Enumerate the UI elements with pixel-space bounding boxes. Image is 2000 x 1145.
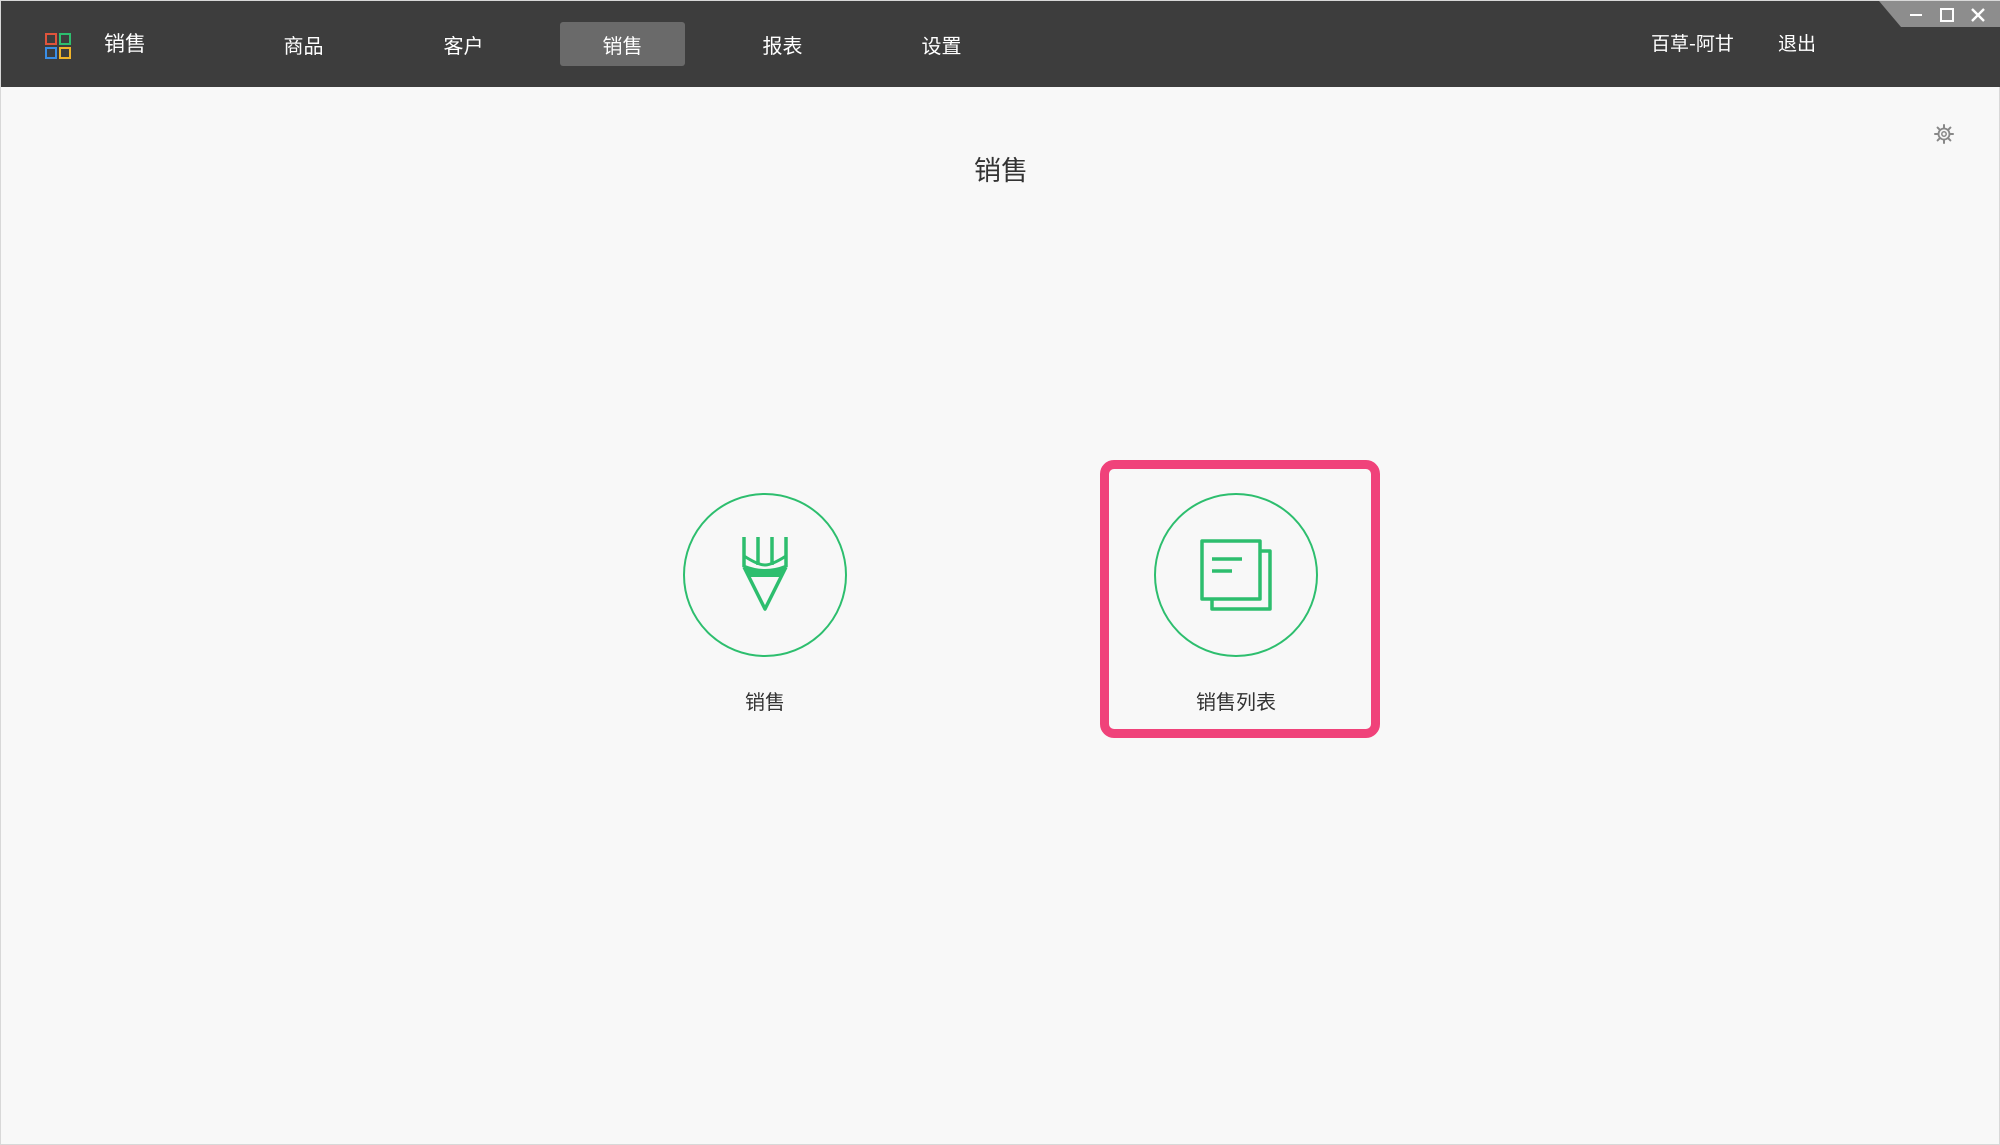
tab-customers[interactable]: 客户 xyxy=(401,22,526,66)
app-title: 销售 xyxy=(104,32,146,56)
top-navigation-bar: 销售 商品 客户 销售 报表 设置 百草-阿甘 退出 xyxy=(1,1,2000,87)
tile-icon-circle xyxy=(1154,493,1318,657)
tile-new-sale-label: 销售 xyxy=(745,690,785,714)
tab-sales[interactable]: 销售 xyxy=(560,22,685,66)
pencil-icon xyxy=(742,537,788,611)
user-name: 百草-阿甘 xyxy=(1651,33,1734,55)
tab-settings[interactable]: 设置 xyxy=(879,22,1004,66)
page-title: 销售 xyxy=(974,156,1028,187)
document-list-icon xyxy=(1200,539,1272,611)
logout-button[interactable]: 退出 xyxy=(1778,29,1816,59)
tab-products[interactable]: 商品 xyxy=(241,22,366,66)
tile-icon-circle xyxy=(683,493,847,657)
tile-sales-list[interactable]: 销售列表 xyxy=(1154,493,1318,733)
minimize-icon[interactable] xyxy=(1903,3,1929,27)
tab-reports[interactable]: 报表 xyxy=(720,22,845,66)
gear-icon[interactable] xyxy=(1933,123,1955,145)
close-icon[interactable] xyxy=(1965,3,1991,27)
app-window: 销售 商品 客户 销售 报表 设置 百草-阿甘 退出 销售 销售 销售列表 xyxy=(0,0,2000,1145)
app-grid-icon[interactable] xyxy=(45,33,71,59)
maximize-icon[interactable] xyxy=(1934,3,1960,27)
tile-sales-list-label: 销售列表 xyxy=(1196,690,1276,714)
tile-new-sale[interactable]: 销售 xyxy=(683,493,847,733)
